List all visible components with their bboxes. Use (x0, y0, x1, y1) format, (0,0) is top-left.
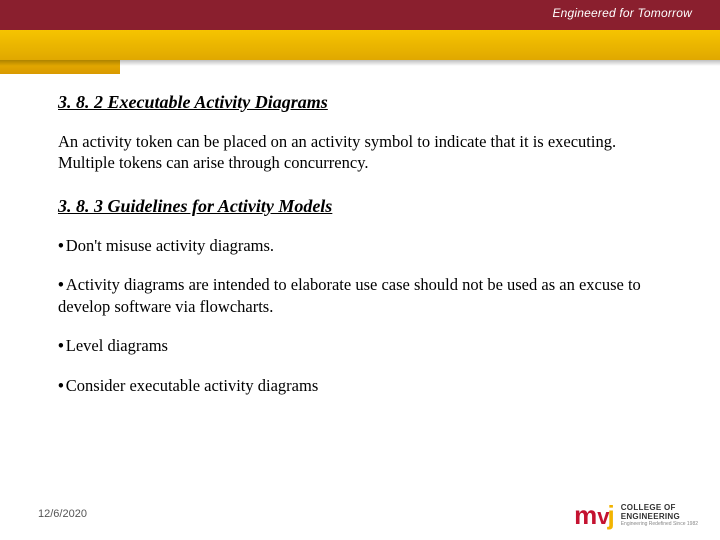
bullet-dot-icon: • (58, 236, 64, 255)
bullet-dot-icon: • (58, 336, 64, 355)
logo-letter-j: j (607, 502, 614, 528)
logo-text: COLLEGE OF ENGINEERING Engineering Redef… (621, 503, 698, 527)
slide: Engineered for Tomorrow 3. 8. 2 Executab… (0, 0, 720, 540)
logo-mark-icon: m v j (574, 502, 615, 528)
logo-text-line1: COLLEGE OF (621, 503, 698, 512)
content-area: 3. 8. 2 Executable Activity Diagrams An … (58, 92, 668, 414)
list-item: •Consider executable activity diagrams (58, 375, 668, 396)
section-heading-1: 3. 8. 2 Executable Activity Diagrams (58, 92, 668, 113)
list-item-text: Consider executable activity diagrams (66, 376, 318, 395)
list-item-text: Don't misuse activity diagrams. (66, 236, 274, 255)
logo-text-line3: Engineering Redefined Since 1982 (621, 521, 698, 527)
bullet-dot-icon: • (58, 275, 64, 294)
list-item-text: Activity diagrams are intended to elabor… (58, 275, 641, 315)
section-heading-2: 3. 8. 3 Guidelines for Activity Models (58, 196, 668, 217)
list-item-text: Level diagrams (66, 336, 168, 355)
list-item: •Activity diagrams are intended to elabo… (58, 274, 668, 317)
paragraph-1: An activity token can be placed on an ac… (58, 131, 668, 174)
header-shadow (0, 60, 720, 66)
footer-logo: m v j COLLEGE OF ENGINEERING Engineering… (574, 502, 698, 528)
logo-text-line2: ENGINEERING (621, 512, 698, 521)
footer-date: 12/6/2020 (38, 508, 87, 520)
list-item: •Level diagrams (58, 335, 668, 356)
header-topbar: Engineered for Tomorrow (0, 0, 720, 30)
header-tagline: Engineered for Tomorrow (552, 6, 692, 20)
list-item: •Don't misuse activity diagrams. (58, 235, 668, 256)
logo-letter-m: m (574, 502, 597, 528)
bullet-dot-icon: • (58, 376, 64, 395)
header-yellowbar (0, 30, 720, 60)
bullet-list: •Don't misuse activity diagrams. •Activi… (58, 235, 668, 396)
